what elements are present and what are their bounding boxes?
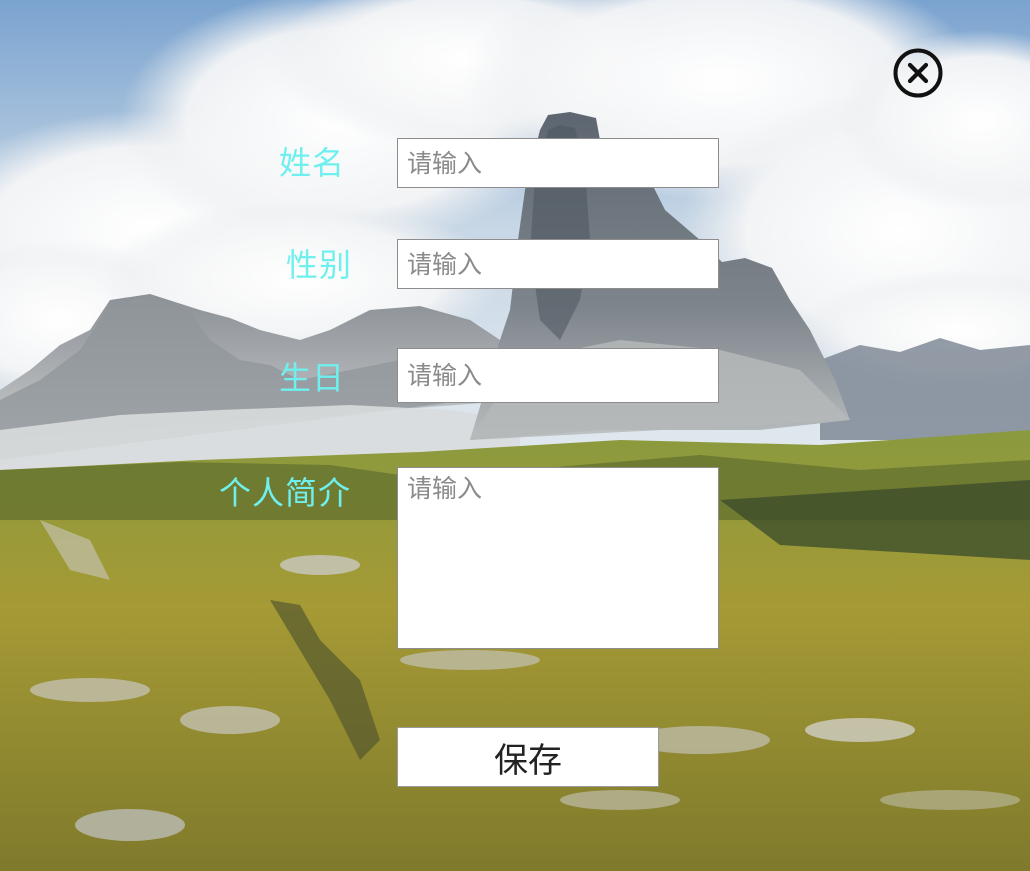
gender-label: 性别 <box>286 246 353 284</box>
gender-input[interactable] <box>397 239 719 289</box>
profile-form-window: 姓名 性别 生日 个人简介 保存 <box>0 0 1030 871</box>
birthday-input[interactable] <box>397 348 719 403</box>
name-input[interactable] <box>397 138 719 188</box>
bio-textarea[interactable] <box>397 467 719 649</box>
bio-label: 个人简介 <box>219 474 352 512</box>
birthday-label: 生日 <box>279 359 346 397</box>
name-label: 姓名 <box>279 144 346 182</box>
close-circle-icon <box>893 48 943 98</box>
save-button[interactable]: 保存 <box>397 727 659 787</box>
close-button[interactable] <box>893 48 943 98</box>
